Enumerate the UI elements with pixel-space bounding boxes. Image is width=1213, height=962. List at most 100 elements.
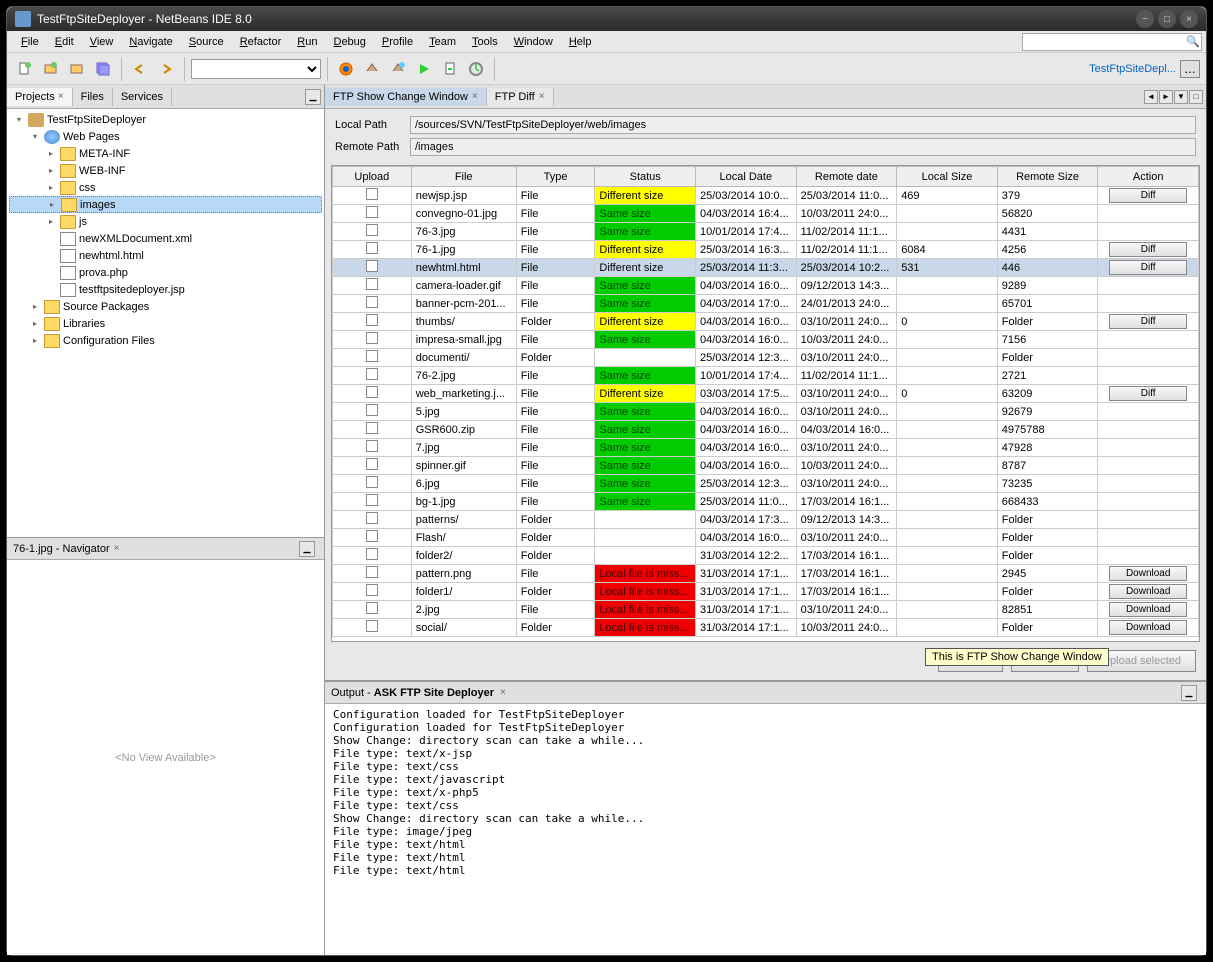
upload-checkbox[interactable]	[366, 386, 378, 398]
maximize-button[interactable]: □	[1158, 10, 1176, 28]
save-all-button[interactable]	[91, 57, 115, 81]
tab-prev-button[interactable]: ◄	[1144, 90, 1158, 104]
download-button[interactable]: Download	[1109, 602, 1187, 617]
table-row[interactable]: impresa-small.jpgFileSame size04/03/2014…	[333, 331, 1199, 349]
table-row[interactable]: 7.jpgFileSame size04/03/2014 16:0...03/1…	[333, 439, 1199, 457]
tree-item[interactable]: prova.php	[9, 264, 322, 281]
undo-button[interactable]	[128, 57, 152, 81]
upload-checkbox[interactable]	[366, 440, 378, 452]
new-project-button[interactable]	[39, 57, 63, 81]
tree-item[interactable]: newhtml.html	[9, 247, 322, 264]
upload-checkbox[interactable]	[366, 368, 378, 380]
tab-projects[interactable]: Projects ×	[7, 88, 73, 106]
upload-checkbox[interactable]	[366, 530, 378, 542]
diff-button[interactable]: Diff	[1109, 242, 1187, 257]
expand-icon[interactable]: ▸	[45, 148, 57, 160]
diff-button[interactable]: Diff	[1109, 260, 1187, 275]
download-button[interactable]: Download	[1109, 620, 1187, 635]
expand-icon[interactable]: ▸	[45, 182, 57, 194]
local-path-field[interactable]: /sources/SVN/TestFtpSiteDeployer/web/ima…	[410, 116, 1196, 134]
upload-checkbox[interactable]	[366, 260, 378, 272]
expand-icon[interactable]: ▸	[29, 301, 41, 313]
column-header[interactable]: Remote date	[796, 167, 897, 187]
tree-item[interactable]: ▸css	[9, 179, 322, 196]
upload-checkbox[interactable]	[366, 296, 378, 308]
download-button[interactable]: Download	[1109, 566, 1187, 581]
redo-button[interactable]	[154, 57, 178, 81]
menu-navigate[interactable]: Navigate	[121, 34, 180, 50]
menu-source[interactable]: Source	[181, 34, 232, 50]
config-combo[interactable]	[191, 59, 321, 79]
column-header[interactable]: Upload	[333, 167, 412, 187]
expand-icon[interactable]: ▾	[13, 114, 25, 126]
expand-icon[interactable]: ▸	[45, 216, 57, 228]
upload-checkbox[interactable]	[366, 278, 378, 290]
upload-checkbox[interactable]	[366, 602, 378, 614]
expand-icon[interactable]: ▸	[29, 335, 41, 347]
expand-icon[interactable]: ▸	[29, 318, 41, 330]
new-file-button[interactable]	[13, 57, 37, 81]
column-header[interactable]: Action	[1098, 167, 1199, 187]
upload-checkbox[interactable]	[366, 566, 378, 578]
tree-item[interactable]: newXMLDocument.xml	[9, 230, 322, 247]
menu-profile[interactable]: Profile	[374, 34, 421, 50]
tree-item[interactable]: ▸Configuration Files	[9, 332, 322, 349]
upload-checkbox[interactable]	[366, 332, 378, 344]
expand-icon[interactable]	[45, 233, 57, 245]
column-header[interactable]: Local Date	[696, 167, 797, 187]
tab-max-button[interactable]: □	[1189, 90, 1203, 104]
remote-path-field[interactable]: /images	[410, 138, 1196, 156]
table-row[interactable]: 5.jpgFileSame size04/03/2014 16:0...03/1…	[333, 403, 1199, 421]
minimize-panel-button[interactable]: ▁	[305, 89, 321, 105]
upload-checkbox[interactable]	[366, 188, 378, 200]
open-project-button[interactable]	[65, 57, 89, 81]
close-button[interactable]: ×	[1180, 10, 1198, 28]
table-row[interactable]: patterns/Folder04/03/2014 17:3...09/12/2…	[333, 511, 1199, 529]
project-select-button[interactable]: ...	[1180, 60, 1200, 78]
table-row[interactable]: camera-loader.gifFileSame size04/03/2014…	[333, 277, 1199, 295]
table-row[interactable]: 6.jpgFileSame size25/03/2014 12:3...03/1…	[333, 475, 1199, 493]
upload-checkbox[interactable]	[366, 350, 378, 362]
output-body[interactable]: Configuration loaded for TestFtpSiteDepl…	[325, 704, 1206, 955]
menu-run[interactable]: Run	[289, 34, 325, 50]
column-header[interactable]: File	[411, 167, 516, 187]
tab-files[interactable]: Files	[73, 88, 113, 106]
upload-checkbox[interactable]	[366, 206, 378, 218]
tree-item[interactable]: ▾TestFtpSiteDeployer	[9, 111, 322, 128]
editor-tab[interactable]: FTP Show Change Window ×	[325, 88, 487, 106]
upload-checkbox[interactable]	[366, 314, 378, 326]
download-button[interactable]: Download	[1109, 584, 1187, 599]
upload-checkbox[interactable]	[366, 458, 378, 470]
upload-checkbox[interactable]	[366, 242, 378, 254]
search-input[interactable]	[1022, 33, 1202, 51]
upload-checkbox[interactable]	[366, 494, 378, 506]
build-button[interactable]	[360, 57, 384, 81]
table-row[interactable]: 76-2.jpgFileSame size10/01/2014 17:4...1…	[333, 367, 1199, 385]
column-header[interactable]: Local Size	[897, 167, 998, 187]
table-row[interactable]: banner-pcm-201...FileSame size04/03/2014…	[333, 295, 1199, 313]
menu-debug[interactable]: Debug	[325, 34, 373, 50]
menu-view[interactable]: View	[82, 34, 122, 50]
tab-services[interactable]: Services	[113, 88, 172, 106]
table-row[interactable]: documenti/Folder25/03/2014 12:3...03/10/…	[333, 349, 1199, 367]
tree-item[interactable]: ▸META-INF	[9, 145, 322, 162]
file-table[interactable]: UploadFileTypeStatusLocal DateRemote dat…	[331, 165, 1200, 642]
debug-button[interactable]	[438, 57, 462, 81]
upload-checkbox[interactable]	[366, 476, 378, 488]
diff-button[interactable]: Diff	[1109, 188, 1187, 203]
tree-item[interactable]: ▸images	[9, 196, 322, 213]
project-tree[interactable]: ▾TestFtpSiteDeployer▾Web Pages▸META-INF▸…	[7, 109, 324, 537]
tree-item[interactable]: testftpsitedeployer.jsp	[9, 281, 322, 298]
column-header[interactable]: Status	[595, 167, 696, 187]
tree-item[interactable]: ▾Web Pages	[9, 128, 322, 145]
table-row[interactable]: Flash/Folder04/03/2014 16:0...03/10/2011…	[333, 529, 1199, 547]
table-row[interactable]: folder1/FolderLocal file is miss...31/03…	[333, 583, 1199, 601]
diff-button[interactable]: Diff	[1109, 386, 1187, 401]
clean-build-button[interactable]	[386, 57, 410, 81]
editor-tab[interactable]: FTP Diff ×	[487, 88, 554, 106]
upload-checkbox[interactable]	[366, 512, 378, 524]
browser-button[interactable]	[334, 57, 358, 81]
table-row[interactable]: social/FolderLocal file is miss...31/03/…	[333, 619, 1199, 637]
expand-icon[interactable]: ▸	[45, 165, 57, 177]
upload-checkbox[interactable]	[366, 224, 378, 236]
